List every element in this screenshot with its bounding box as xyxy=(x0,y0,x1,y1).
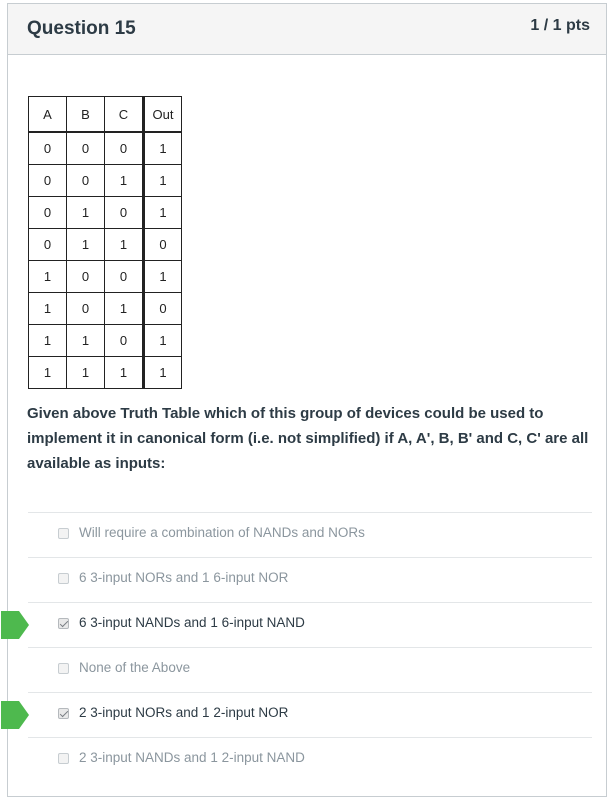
answer-list: Will require a combination of NANDs and … xyxy=(1,512,592,782)
question-header: Question 15 1 / 1 pts xyxy=(8,4,606,55)
answer-option[interactable]: 6 3-input NORs and 1 6-input NOR xyxy=(28,557,592,602)
truth-table-cell: 0 xyxy=(28,228,67,261)
truth-table-cell: 1 xyxy=(28,324,67,357)
truth-table-header-c: C xyxy=(104,96,144,133)
truth-table-cell: 1 xyxy=(104,292,144,325)
truth-table-header-out: Out xyxy=(142,96,182,133)
truth-table-cell: 1 xyxy=(66,196,105,229)
truth-table-row: 1101 xyxy=(28,324,182,357)
truth-table-cell: 1 xyxy=(142,356,182,389)
truth-table-row: 0101 xyxy=(28,196,182,229)
answer-option[interactable]: Will require a combination of NANDs and … xyxy=(28,512,592,557)
truth-table-cell: 1 xyxy=(66,324,105,357)
answer-label: 2 3-input NORs and 1 2-input NOR xyxy=(79,705,289,720)
question-points: 1 / 1 pts xyxy=(530,17,590,34)
truth-table-row: 0011 xyxy=(28,164,182,197)
answer-option[interactable]: 6 3-input NANDs and 1 6-input NAND xyxy=(1,602,592,647)
truth-table-cell: 1 xyxy=(142,131,182,165)
truth-table-cell: 1 xyxy=(104,164,144,197)
truth-table-cell: 1 xyxy=(28,260,67,293)
truth-table-cell: 0 xyxy=(142,292,182,325)
truth-table-cell: 1 xyxy=(142,196,182,229)
correct-answer-arrow-shape xyxy=(1,611,29,639)
truth-table-cell: 0 xyxy=(66,164,105,197)
question-title: Question 15 xyxy=(27,18,136,39)
truth-table-cell: 0 xyxy=(104,324,144,357)
truth-table-cell: 1 xyxy=(104,356,144,389)
answer-label: None of the Above xyxy=(79,660,191,675)
checkbox-icon[interactable] xyxy=(58,528,69,539)
truth-table-cell: 1 xyxy=(28,356,67,389)
correct-answer-arrow-shape xyxy=(1,701,29,729)
correct-answer-arrow-icon xyxy=(1,701,29,729)
truth-table-cell: 1 xyxy=(66,228,105,261)
answer-option[interactable]: 2 3-input NANDs and 1 2-input NAND xyxy=(28,737,592,782)
checkbox-icon[interactable] xyxy=(58,663,69,674)
truth-table-row: 1001 xyxy=(28,260,182,293)
truth-table-cell: 0 xyxy=(66,260,105,293)
answer-label: 2 3-input NANDs and 1 2-input NAND xyxy=(79,750,305,765)
truth-table-row: 1111 xyxy=(28,356,182,389)
checkbox-icon[interactable] xyxy=(58,618,69,629)
checkbox-icon[interactable] xyxy=(58,708,69,719)
truth-table-row: 1010 xyxy=(28,292,182,325)
truth-table-cell: 0 xyxy=(104,196,144,229)
truth-table-row: 0110 xyxy=(28,228,182,261)
truth-table-header-a: A xyxy=(28,96,67,133)
truth-table-cell: 0 xyxy=(104,260,144,293)
truth-table-cell: 0 xyxy=(104,131,144,165)
truth-table-cell: 1 xyxy=(142,260,182,293)
correct-answer-arrow-icon xyxy=(1,611,29,639)
truth-table-header-b: B xyxy=(66,96,105,133)
truth-table-cell: 1 xyxy=(142,324,182,357)
truth-table-cell: 0 xyxy=(28,164,67,197)
quiz-question-card: Question 15 1 / 1 pts A B C Out 00010011… xyxy=(1,3,607,797)
answer-label: 6 3-input NORs and 1 6-input NOR xyxy=(79,570,289,585)
answer-label: 6 3-input NANDs and 1 6-input NAND xyxy=(79,615,305,630)
truth-table-cell: 1 xyxy=(104,228,144,261)
truth-table-cell: 0 xyxy=(66,292,105,325)
truth-table: A B C Out 000100110101011010011010110111… xyxy=(28,96,182,389)
truth-table-cell: 0 xyxy=(28,131,67,165)
question-prompt: Given above Truth Table which of this gr… xyxy=(27,405,589,472)
checkbox-icon[interactable] xyxy=(58,753,69,764)
truth-table-cell: 1 xyxy=(142,164,182,197)
truth-table-cell: 1 xyxy=(66,356,105,389)
answer-label: Will require a combination of NANDs and … xyxy=(79,525,365,540)
answer-option[interactable]: None of the Above xyxy=(28,647,592,692)
truth-table-cell: 0 xyxy=(28,196,67,229)
truth-table-header-row: A B C Out xyxy=(28,96,182,133)
truth-table-cell: 1 xyxy=(28,292,67,325)
truth-table-cell: 0 xyxy=(66,131,105,165)
answer-option[interactable]: 2 3-input NORs and 1 2-input NOR xyxy=(1,692,592,737)
checkbox-icon[interactable] xyxy=(58,573,69,584)
truth-table-cell: 0 xyxy=(142,228,182,261)
truth-table-row: 0001 xyxy=(28,131,182,165)
